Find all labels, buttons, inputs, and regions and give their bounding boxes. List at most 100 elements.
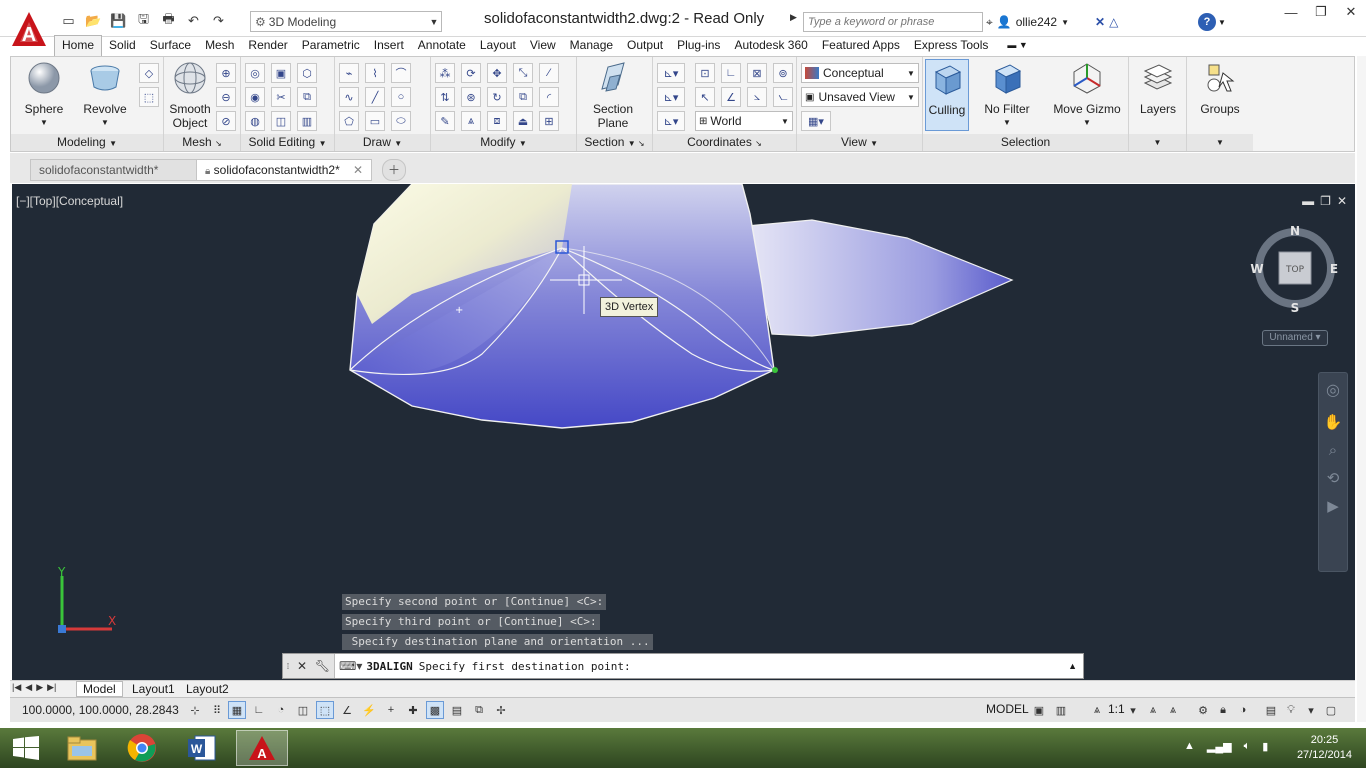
- stretch-icon[interactable]: ⏏: [513, 111, 533, 131]
- ucs-origin-icon[interactable]: ∟: [721, 63, 741, 83]
- 3d-osnap-icon[interactable]: ⬚: [316, 701, 334, 719]
- mirror-icon[interactable]: ⩓: [461, 111, 481, 131]
- tab-plugins[interactable]: Plug-ins: [670, 36, 727, 56]
- network-icon[interactable]: ▂▄▆: [1207, 740, 1232, 753]
- compass-w[interactable]: W: [1250, 262, 1263, 276]
- infer-constraints-icon[interactable]: ⊹: [186, 701, 204, 719]
- tab-insert[interactable]: Insert: [367, 36, 411, 56]
- spline-icon[interactable]: ∿: [339, 87, 359, 107]
- quick-view-layouts-icon[interactable]: ▣: [1030, 701, 1048, 719]
- extrude-faces-icon[interactable]: ⬡: [297, 63, 317, 83]
- ucs-x-icon[interactable]: ⊾▾: [657, 87, 685, 107]
- tab-view[interactable]: View: [523, 36, 563, 56]
- line-segment-icon[interactable]: ╱: [365, 87, 385, 107]
- ucs-z-icon[interactable]: ∠: [721, 87, 741, 107]
- ribbon-minimize-toggle[interactable]: ▬ ▼: [995, 36, 1039, 56]
- panel-label-mesh[interactable]: Mesh ↘: [164, 134, 240, 151]
- section-plane-button[interactable]: Section Plane: [585, 61, 641, 130]
- panel-expand-layers[interactable]: ▼: [1129, 134, 1186, 151]
- compass-e[interactable]: E: [1330, 262, 1338, 276]
- rotate-icon[interactable]: ↻: [487, 87, 507, 107]
- gizmo-icon[interactable]: ✢: [492, 701, 510, 719]
- quick-view-drawings-icon[interactable]: ▥: [1052, 701, 1070, 719]
- chevron-down-icon[interactable]: ▾: [1302, 701, 1320, 719]
- viewport-minimize-icon[interactable]: ▬: [1302, 194, 1314, 208]
- doc-tab-1[interactable]: solidofaconstantwidth*: [30, 159, 200, 181]
- no-filter-button[interactable]: No Filter ▼: [977, 61, 1037, 130]
- right-scrollbar[interactable]: [1357, 56, 1366, 722]
- annotation-scale-value[interactable]: 1:1: [1108, 702, 1125, 716]
- ucs-named-combo[interactable]: ⊞ World ▼: [695, 111, 793, 131]
- panel-label-draw[interactable]: Draw ▼: [335, 134, 430, 151]
- tab-autodesk-360[interactable]: Autodesk 360: [727, 36, 814, 56]
- culling-button[interactable]: Culling: [925, 59, 969, 131]
- visual-style-combo[interactable]: Conceptual ▼: [801, 63, 919, 83]
- panel-label-modeling[interactable]: Modeling ▼: [11, 134, 163, 151]
- ucs-icon[interactable]: ⊾▾: [657, 63, 685, 83]
- array-icon[interactable]: ⊞: [539, 111, 559, 131]
- refine-mesh-icon[interactable]: ⊘: [216, 111, 236, 131]
- panel-label-selection[interactable]: Selection: [923, 134, 1128, 151]
- offset-icon[interactable]: ⧈: [487, 111, 507, 131]
- lineweight-icon[interactable]: ✚: [404, 701, 422, 719]
- tab-annotate[interactable]: Annotate: [411, 36, 473, 56]
- subtract-icon[interactable]: ◉: [245, 87, 265, 107]
- panel-expand-groups[interactable]: ▼: [1187, 134, 1253, 151]
- 3d-array-icon[interactable]: ⁂: [435, 63, 455, 83]
- ucs-view-icon[interactable]: ⊠: [747, 63, 767, 83]
- redo-icon[interactable]: ↷: [208, 11, 229, 31]
- orbit-icon[interactable]: ⟲: [1319, 465, 1347, 493]
- maximize-button[interactable]: ❐: [1306, 0, 1336, 24]
- coordinate-readout[interactable]: 100.0000, 100.0000, 28.2843: [22, 703, 179, 717]
- help-icon[interactable]: ?: [1198, 13, 1216, 31]
- autocad-app[interactable]: A: [236, 730, 288, 766]
- transparency-icon[interactable]: ▩: [426, 701, 444, 719]
- grid-icon[interactable]: ▦: [228, 701, 246, 719]
- grip-icon[interactable]: ⁞: [287, 662, 289, 671]
- ortho-icon[interactable]: ∟: [250, 701, 268, 719]
- binoculars-icon[interactable]: ⌖: [986, 15, 993, 30]
- wrench-icon[interactable]: 🔧︎: [315, 659, 330, 673]
- close-button[interactable]: ✕: [1336, 0, 1366, 24]
- ucs-3point-icon[interactable]: ⦣: [747, 87, 767, 107]
- layers-button[interactable]: Layers: [1133, 61, 1183, 116]
- command-prompt-icon[interactable]: ⌨▾: [339, 659, 362, 673]
- intersect-icon[interactable]: ◍: [245, 111, 265, 131]
- workspace-switcher[interactable]: ⚙ 3D Modeling ▼: [250, 11, 442, 32]
- viewport-restore-icon[interactable]: ❐: [1320, 194, 1331, 208]
- rectangle-icon[interactable]: ▭: [365, 111, 385, 131]
- 3d-mirror-icon[interactable]: ⊛: [461, 87, 481, 107]
- compass-s[interactable]: S: [1291, 301, 1300, 315]
- tab-solid[interactable]: Solid: [102, 36, 143, 56]
- battery-icon[interactable]: ▮: [1262, 740, 1268, 753]
- next-layout-icon[interactable]: ▶: [36, 682, 43, 693]
- 3d-scale-icon[interactable]: ⤡: [513, 63, 533, 83]
- drawing-viewport[interactable]: + Y X TOP N S E W [−][Top][Conceptual] ▬…: [12, 184, 1355, 680]
- show-hidden-icons-icon[interactable]: ▲: [1184, 740, 1195, 753]
- panel-label-modify[interactable]: Modify ▼: [431, 134, 576, 151]
- autocad-application-button[interactable]: A: [8, 8, 50, 50]
- layout-tab-layout1[interactable]: Layout1: [128, 681, 179, 697]
- shell-icon[interactable]: ▥: [297, 111, 317, 131]
- minimize-button[interactable]: —: [1276, 0, 1306, 24]
- save-as-icon[interactable]: 🖫: [133, 11, 154, 31]
- zoom-icon[interactable]: ⌕: [1319, 437, 1347, 465]
- panel-label-view[interactable]: View ▼: [797, 134, 922, 151]
- viewcube-face-label[interactable]: TOP: [1285, 265, 1305, 275]
- save-icon[interactable]: 💾: [108, 11, 129, 31]
- pencil-icon[interactable]: ✎: [435, 111, 455, 131]
- a360-icon[interactable]: △: [1109, 15, 1118, 29]
- panel-label-coordinates[interactable]: Coordinates ↘: [653, 134, 796, 151]
- ucs-face-icon[interactable]: ⊾▾: [657, 111, 685, 131]
- smooth-more-icon[interactable]: ⊕: [216, 63, 236, 83]
- ellipse-icon[interactable]: ⬭: [391, 111, 411, 131]
- polygon-icon[interactable]: ⬠: [339, 111, 359, 131]
- search-input[interactable]: [803, 12, 983, 32]
- auto-scale-icon[interactable]: ⩓: [1164, 701, 1182, 719]
- exchange-icon[interactable]: ✕: [1095, 15, 1105, 29]
- named-view-combo[interactable]: ▣ Unsaved View ▼: [801, 87, 919, 107]
- object-snap-icon[interactable]: ◫: [294, 701, 312, 719]
- viewport-config-icon[interactable]: ▦▾: [801, 111, 831, 131]
- model-space-button[interactable]: MODEL: [986, 702, 1029, 716]
- snap-mode-icon[interactable]: ⠿: [208, 701, 226, 719]
